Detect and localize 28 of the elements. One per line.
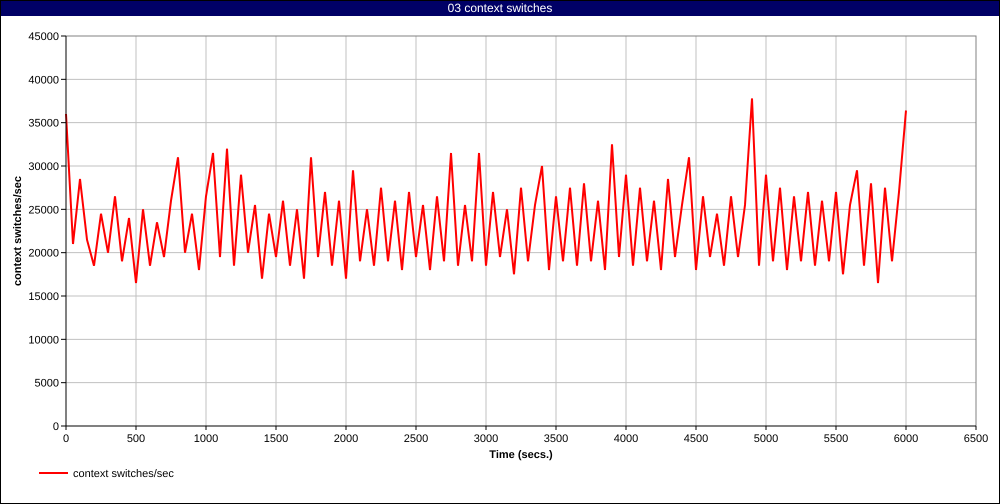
window-title: 03 context switches [1, 1, 999, 16]
tick-label: 1000 [194, 433, 218, 445]
tick-label: 3000 [474, 433, 498, 445]
tick-label: 1500 [264, 433, 288, 445]
tick-label: 500 [126, 433, 146, 445]
tick-label: 0 [62, 433, 70, 445]
tick-label: 4000 [614, 433, 638, 445]
tick-label: 2000 [334, 433, 358, 445]
tick-label: 10000 [28, 334, 59, 346]
tick-label: 2500 [404, 433, 428, 445]
legend-label: context switches/sec [73, 468, 174, 480]
axis-title: Time (secs.) [489, 449, 553, 461]
tick-label: 5500 [824, 433, 848, 445]
tick-label: 6500 [964, 433, 988, 445]
tick-label: 45000 [28, 31, 59, 43]
tick-label: 4500 [684, 433, 708, 445]
tick-label: 15000 [28, 291, 59, 303]
tick-label: 20000 [28, 248, 59, 260]
axis-title: context switches/sec [12, 176, 24, 286]
tick-label: 40000 [28, 74, 59, 86]
tick-label: 6000 [894, 433, 918, 445]
tick-label: 30000 [28, 161, 59, 173]
tick-label: 25000 [28, 204, 59, 216]
tick-label: 35000 [28, 118, 59, 130]
tick-label: 3500 [544, 433, 568, 445]
tick-label: 5000 [754, 433, 778, 445]
tick-label: 0 [52, 421, 59, 433]
tick-label: 5000 [34, 378, 59, 390]
